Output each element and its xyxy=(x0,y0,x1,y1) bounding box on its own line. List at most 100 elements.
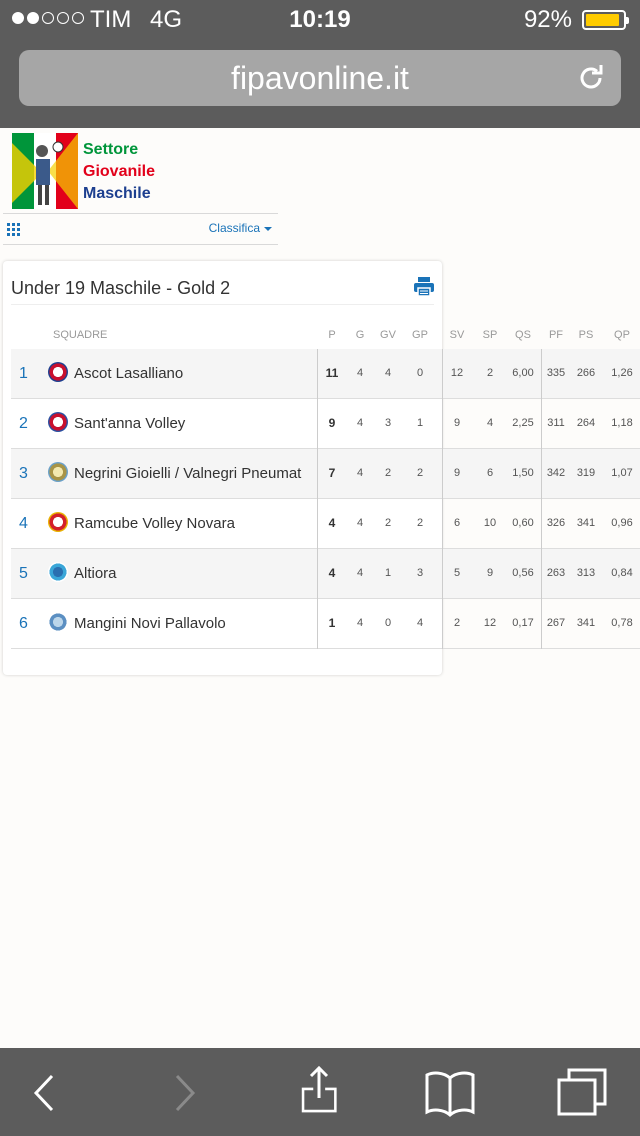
stat-p: 4 xyxy=(328,516,336,530)
stat-sp: 6 xyxy=(486,467,494,479)
url-text[interactable]: fipavonline.it xyxy=(19,50,621,106)
stat-g: 4 xyxy=(356,417,364,429)
sub-navigation: Classifica xyxy=(3,213,278,245)
panel-title: Under 19 Maschile - Gold 2 xyxy=(11,278,231,298)
team-name: Negrini Gioielli / Valnegri Pneumat xyxy=(74,465,302,482)
stat-p: 9 xyxy=(328,416,336,430)
header-gv: GV xyxy=(380,329,396,341)
team-cell[interactable]: Ramcube Volley Novara xyxy=(48,499,316,548)
divider-after-team xyxy=(317,349,318,649)
stat-qs: 1,50 xyxy=(512,467,534,479)
table-row[interactable]: 2 Sant'anna Volley 9 4 3 1 9 4 2,25 311 264 1,18 xyxy=(11,399,640,449)
stat-gv: 2 xyxy=(384,467,392,479)
browser-top-bar: TIM 4G 10:19 92% fipavonline.it xyxy=(0,0,640,128)
status-bar: TIM 4G 10:19 92% xyxy=(0,0,640,40)
stat-sv: 9 xyxy=(453,417,461,429)
stat-gv: 4 xyxy=(384,367,392,379)
divider-after-qs xyxy=(541,349,542,649)
header-qp: QP xyxy=(614,329,630,341)
stat-sp: 2 xyxy=(486,367,494,379)
header-ps: PS xyxy=(578,329,594,341)
table-row[interactable]: 4 Ramcube Volley Novara 4 4 2 2 6 10 0,60 326 341 0… xyxy=(11,499,640,549)
stat-qs: 2,25 xyxy=(512,417,534,429)
table-row[interactable]: 1 Ascot Lasalliano 11 4 4 0 12 2 6,00 335 266 1,26 xyxy=(11,349,640,399)
team-name: Ascot Lasalliano xyxy=(74,365,184,382)
stat-pf: 335 xyxy=(546,367,566,379)
stat-sp: 10 xyxy=(483,517,497,529)
stat-qs: 0,17 xyxy=(512,617,534,629)
stat-gv: 3 xyxy=(384,417,392,429)
stat-pf: 342 xyxy=(546,467,566,479)
table-row[interactable]: 6 Mangini Novi Pallavolo 1 4 0 4 2 12 0,17 267 341… xyxy=(11,599,640,649)
team-cell[interactable]: Negrini Gioielli / Valnegri Pneumat xyxy=(48,449,316,498)
divider-after-gp xyxy=(442,349,443,649)
classifica-dropdown[interactable]: Classifica xyxy=(209,221,272,235)
caret-down-icon xyxy=(264,226,272,231)
stat-qp: 1,18 xyxy=(611,417,633,429)
stat-g: 4 xyxy=(356,467,364,479)
stat-p: 1 xyxy=(328,616,336,630)
back-icon[interactable] xyxy=(18,1066,72,1120)
print-icon[interactable] xyxy=(414,277,434,296)
team-cell[interactable]: Mangini Novi Pallavolo xyxy=(48,599,316,648)
stat-ps: 319 xyxy=(576,467,596,479)
rank-number: 5 xyxy=(19,565,28,582)
logo-line-2: Giovanile xyxy=(83,163,156,180)
logo-title: Settore Giovanile Maschile xyxy=(83,139,155,205)
site-logo[interactable]: Settore Giovanile Maschile xyxy=(12,133,155,209)
stat-qp: 0,84 xyxy=(611,567,633,579)
volleyball-players-logo-icon xyxy=(12,133,78,209)
grid-menu-icon[interactable] xyxy=(7,223,20,236)
stat-sp: 9 xyxy=(486,567,494,579)
team-logo-icon xyxy=(48,362,68,383)
stat-g: 4 xyxy=(356,567,364,579)
stat-p: 7 xyxy=(328,466,336,480)
table-row[interactable]: 3 Negrini Gioielli / Valnegri Pneumat 7 4 2 2… xyxy=(11,449,640,499)
tabs-icon[interactable] xyxy=(555,1066,609,1120)
bookmarks-icon[interactable] xyxy=(423,1066,477,1120)
team-logo-icon xyxy=(48,612,68,633)
stat-sv: 2 xyxy=(453,617,461,629)
stat-gv: 0 xyxy=(384,617,392,629)
team-cell[interactable]: Sant'anna Volley xyxy=(48,399,316,448)
stat-pf: 326 xyxy=(546,517,566,529)
stat-qs: 0,56 xyxy=(512,567,534,579)
team-cell[interactable]: Ascot Lasalliano xyxy=(48,349,316,398)
stat-gp: 3 xyxy=(416,567,424,579)
stat-sv: 6 xyxy=(453,517,461,529)
header-sp: SP xyxy=(482,329,498,341)
header-p: P xyxy=(328,329,336,341)
rank-number: 1 xyxy=(19,365,28,382)
battery-icon xyxy=(582,10,629,30)
forward-icon[interactable] xyxy=(157,1066,211,1120)
rank-number: 3 xyxy=(19,465,28,482)
stat-p: 4 xyxy=(328,566,336,580)
address-bar[interactable]: fipavonline.it xyxy=(19,50,621,106)
rank-number: 6 xyxy=(19,615,28,632)
header-pf: PF xyxy=(548,329,564,341)
stat-qp: 0,96 xyxy=(611,517,633,529)
stat-sp: 12 xyxy=(483,617,497,629)
logo-line-1: Settore xyxy=(83,141,139,158)
team-logo-icon xyxy=(48,512,68,533)
stat-pf: 263 xyxy=(546,567,566,579)
team-name: Altiora xyxy=(74,565,117,582)
team-name: Mangini Novi Pallavolo xyxy=(74,615,226,632)
rank-number: 2 xyxy=(19,415,28,432)
stat-gp: 4 xyxy=(416,617,424,629)
team-cell[interactable]: Altiora xyxy=(48,549,316,598)
header-squadre: SQUADRE xyxy=(53,329,108,341)
stat-g: 4 xyxy=(356,367,364,379)
stat-pf: 311 xyxy=(547,417,565,429)
table-row[interactable]: 5 Altiora 4 4 1 3 5 9 0,56 263 313 0,84 xyxy=(11,549,640,599)
header-sv: SV xyxy=(449,329,465,341)
stat-ps: 341 xyxy=(576,617,596,629)
stat-qp: 1,26 xyxy=(611,367,633,379)
share-icon[interactable] xyxy=(292,1066,346,1120)
stat-sv: 9 xyxy=(453,467,461,479)
reload-icon[interactable] xyxy=(575,62,607,94)
browser-toolbar xyxy=(0,1048,640,1136)
stat-gp: 1 xyxy=(416,417,424,429)
team-logo-icon xyxy=(48,562,68,583)
battery-percentage: 92% xyxy=(523,6,572,33)
